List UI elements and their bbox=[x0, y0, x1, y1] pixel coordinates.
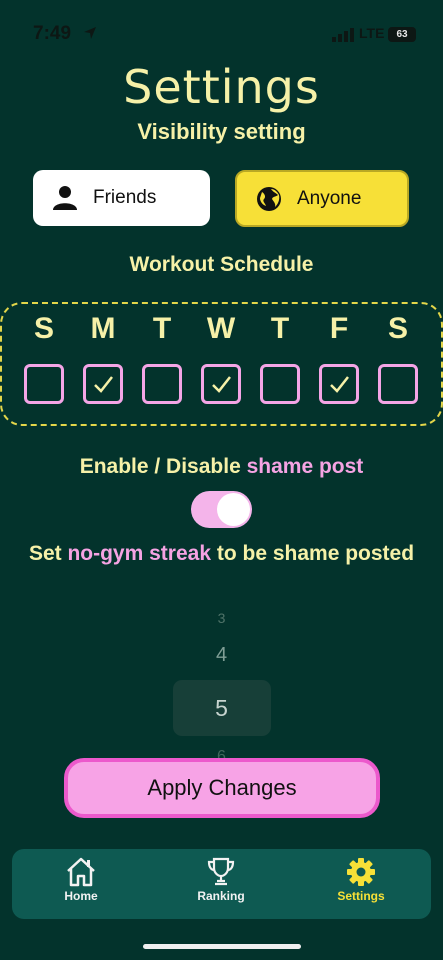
shame-prefix: Enable / Disable bbox=[79, 455, 247, 478]
day-letter: T bbox=[270, 312, 290, 345]
streak-highlight: no-gym streak bbox=[67, 542, 211, 565]
day-letter: F bbox=[329, 312, 349, 345]
day-checkbox[interactable] bbox=[24, 364, 64, 404]
visibility-subtitle: Visibility setting bbox=[137, 119, 306, 144]
page-title: Settings bbox=[123, 60, 320, 114]
day-letter: W bbox=[206, 312, 236, 345]
streak-picker[interactable]: 3 4 5 6 bbox=[0, 600, 443, 770]
checkmark-icon bbox=[94, 376, 113, 393]
tab-ranking-label: Ranking bbox=[197, 889, 245, 903]
status-bar: 7:49 LTE 63 bbox=[0, 22, 443, 48]
friends-button[interactable]: Friends bbox=[33, 170, 210, 226]
house-icon bbox=[67, 857, 95, 887]
anyone-button[interactable]: Anyone bbox=[235, 170, 409, 227]
streak-label: Set no-gym streak to be shame posted bbox=[0, 542, 443, 566]
network-label: LTE bbox=[359, 25, 385, 41]
signal-icon bbox=[332, 28, 354, 42]
tab-ranking[interactable]: Ranking bbox=[176, 857, 266, 903]
day-letter: S bbox=[387, 312, 408, 345]
day-letter: S bbox=[33, 312, 54, 345]
status-time: 7:49 bbox=[33, 23, 72, 44]
location-arrow-icon bbox=[84, 27, 96, 39]
checkmark-icon bbox=[212, 376, 231, 393]
battery-icon: 63 bbox=[388, 27, 416, 42]
day-letter: T bbox=[152, 312, 172, 345]
person-icon bbox=[53, 186, 77, 210]
tab-bar: Home Ranking Settings bbox=[12, 849, 431, 919]
streak-suffix: to be shame posted bbox=[211, 542, 415, 565]
day-checkbox[interactable] bbox=[83, 364, 123, 404]
day-checkbox[interactable] bbox=[201, 364, 241, 404]
streak-prefix: Set bbox=[28, 542, 68, 565]
picker-selected-value[interactable]: 5 bbox=[0, 695, 443, 722]
apply-changes-button[interactable]: Apply Changes bbox=[64, 758, 380, 818]
friends-label: Friends bbox=[93, 187, 157, 208]
day-checkbox[interactable] bbox=[142, 364, 182, 404]
home-indicator bbox=[143, 944, 301, 949]
tab-home[interactable]: Home bbox=[36, 857, 126, 903]
checkmark-icon bbox=[330, 376, 349, 393]
day-letter: M bbox=[90, 312, 116, 345]
day-checkbox[interactable] bbox=[319, 364, 359, 404]
workout-schedule-title: Workout Schedule bbox=[129, 253, 314, 276]
tab-settings[interactable]: Settings bbox=[316, 857, 406, 903]
globe-icon bbox=[257, 186, 281, 211]
day-checkbox[interactable] bbox=[378, 364, 418, 404]
shame-highlight: shame post bbox=[246, 455, 364, 478]
anyone-label: Anyone bbox=[297, 187, 362, 209]
toggle-knob bbox=[217, 493, 250, 526]
gear-icon bbox=[347, 858, 375, 886]
shame-post-label: Enable / Disable shame post bbox=[0, 455, 443, 479]
tab-home-label: Home bbox=[64, 889, 98, 903]
day-checkbox[interactable] bbox=[260, 364, 300, 404]
picker-option[interactable]: 4 bbox=[0, 644, 443, 667]
shame-post-toggle[interactable] bbox=[191, 491, 252, 528]
tab-settings-label: Settings bbox=[337, 889, 385, 903]
picker-option[interactable]: 3 bbox=[0, 610, 443, 626]
trophy-icon bbox=[207, 857, 235, 886]
